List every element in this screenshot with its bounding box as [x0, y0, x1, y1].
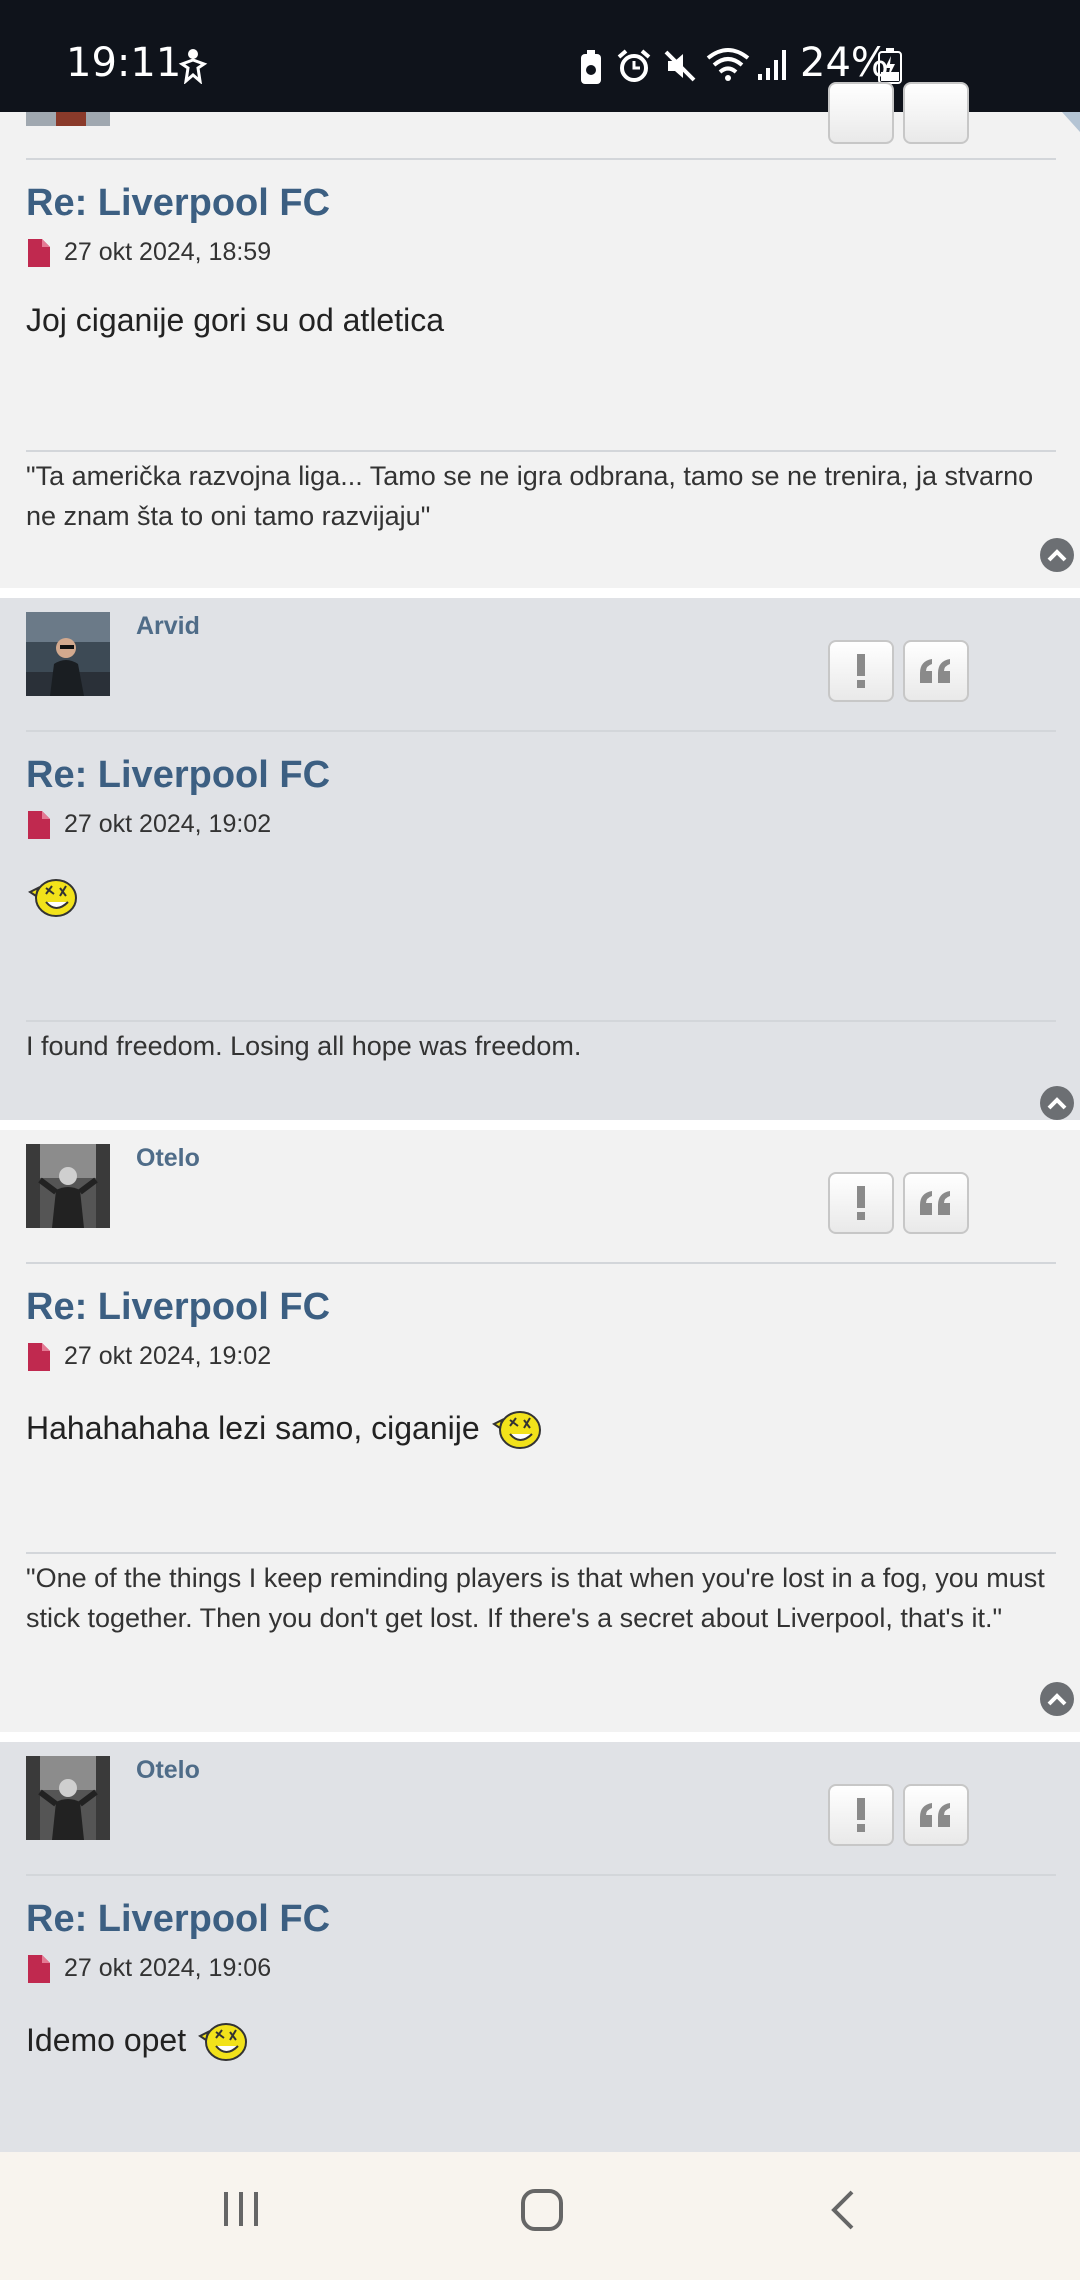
status-time: 19:11: [66, 40, 182, 86]
quote-button[interactable]: [903, 1784, 969, 1846]
post-date: 27 okt 2024, 19:06: [64, 1954, 272, 1982]
laughing-emoji-icon: [198, 2023, 248, 2061]
alarm-icon: [617, 49, 651, 82]
navigation-bar: [0, 2152, 1080, 2280]
separator: [26, 1262, 1056, 1264]
quote-icon: [920, 1191, 950, 1215]
post-title[interactable]: Re: Liverpool FC: [26, 1898, 330, 1941]
back-to-top-button[interactable]: [1040, 538, 1074, 572]
signature-separator: [26, 1552, 1056, 1554]
username[interactable]: Otelo: [136, 1144, 200, 1173]
post-text: Idemo opet: [26, 2021, 187, 2058]
report-button[interactable]: [828, 640, 894, 702]
report-button[interactable]: [828, 1172, 894, 1234]
avatar[interactable]: [26, 1144, 110, 1228]
avatar-image: [26, 612, 110, 696]
separator: [26, 730, 1056, 732]
chevron-up-icon: [1047, 1693, 1067, 1706]
post-meta: 27 okt 2024, 19:02: [26, 810, 271, 839]
post-text: Joj ciganije gori su od atletica: [26, 302, 445, 338]
post-meta: 27 okt 2024, 18:59: [26, 238, 271, 267]
quote-icon: [920, 1803, 950, 1827]
quote-button[interactable]: [903, 640, 969, 702]
report-button[interactable]: [828, 1784, 894, 1846]
battery-saver-icon: [581, 50, 601, 84]
post-meta: 27 okt 2024, 19:06: [26, 1954, 271, 1983]
separator: [26, 158, 1056, 160]
chevron-up-icon: [1047, 1097, 1067, 1110]
signature-separator: [26, 1020, 1056, 1022]
document-icon[interactable]: [26, 1342, 50, 1371]
post: Otelo Re: Liverpool FC 27 okt 2024, 19:0…: [0, 1742, 1080, 2152]
signal-icon: [758, 50, 786, 80]
post-content: Idemo opet: [26, 2018, 250, 2062]
quote-button[interactable]: [903, 1172, 969, 1234]
signature: I found freedom. Losing all hope was fre…: [26, 1031, 582, 1061]
report-button[interactable]: [828, 82, 894, 144]
post-date: 27 okt 2024, 18:59: [64, 238, 272, 266]
quote-icon: [920, 659, 950, 683]
back-icon[interactable]: [828, 2188, 858, 2232]
document-icon[interactable]: [26, 1954, 50, 1983]
mute-icon: [664, 50, 696, 82]
signature: "One of the things I keep reminding play…: [26, 1563, 1045, 1633]
accessibility-icon: [178, 49, 208, 84]
avatar[interactable]: [26, 1756, 110, 1840]
corner-decoration: [1062, 112, 1080, 132]
separator: [26, 1874, 1056, 1876]
signature: "Ta američka razvojna liga... Tamo se ne…: [26, 461, 1034, 531]
post-title[interactable]: Re: Liverpool FC: [26, 1286, 330, 1329]
post-title[interactable]: Re: Liverpool FC: [26, 754, 330, 797]
post-meta: 27 okt 2024, 19:02: [26, 1342, 271, 1371]
laughing-emoji-icon: [491, 1411, 541, 1449]
post-date: 27 okt 2024, 19:02: [64, 810, 272, 838]
exclamation-icon: [857, 1798, 865, 1832]
post: Otelo Re: Liverpool FC 27 okt 2024, 19:0…: [0, 1130, 1080, 1732]
post-date: 27 okt 2024, 19:02: [64, 1342, 272, 1370]
recent-apps-icon[interactable]: [220, 2188, 262, 2230]
back-to-top-button[interactable]: [1040, 1682, 1074, 1716]
post-text: Hahahahaha lezi samo, ciganije: [26, 1409, 480, 1446]
wifi-icon: [706, 48, 750, 81]
document-icon[interactable]: [26, 810, 50, 839]
post-title[interactable]: Re: Liverpool FC: [26, 182, 330, 225]
post-content: Joj ciganije gori su od atletica: [26, 302, 444, 339]
chevron-up-icon: [1047, 549, 1067, 562]
exclamation-icon: [857, 1186, 865, 1220]
post-gap: [0, 1732, 1080, 1742]
avatar-image: [26, 1756, 110, 1840]
username[interactable]: Arvid: [136, 612, 200, 641]
battery-percent: 24%: [800, 40, 889, 86]
quote-button[interactable]: [903, 82, 969, 144]
laughing-emoji-icon: [28, 879, 77, 917]
home-icon[interactable]: [520, 2188, 564, 2232]
post-content: [26, 874, 80, 918]
avatar-image: [26, 1144, 110, 1228]
battery-charging-icon: [878, 48, 902, 84]
post: Arvid Re: Liverpool FC 27 okt 2024, 19:0…: [0, 598, 1080, 1120]
username[interactable]: Otelo: [136, 1756, 200, 1785]
avatar[interactable]: [26, 612, 110, 696]
post-gap: [0, 1120, 1080, 1130]
avatar[interactable]: [26, 112, 110, 126]
back-to-top-button[interactable]: [1040, 1086, 1074, 1120]
post-gap: [0, 588, 1080, 598]
exclamation-icon: [857, 654, 865, 688]
document-icon[interactable]: [26, 238, 50, 267]
post: Re: Liverpool FC 27 okt 2024, 18:59 Joj …: [0, 82, 1080, 588]
signature-separator: [26, 450, 1056, 452]
post-content: Hahahahaha lezi samo, ciganije: [26, 1406, 544, 1450]
